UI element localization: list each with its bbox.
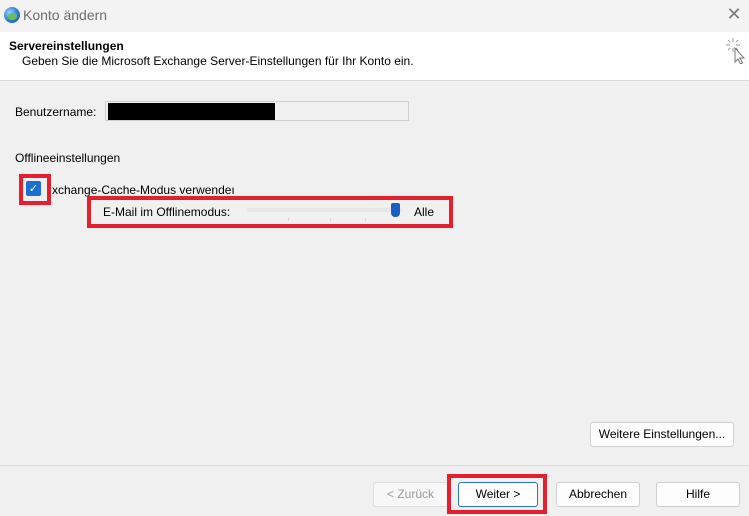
username-field[interactable] bbox=[105, 101, 409, 121]
slider-tick bbox=[288, 218, 289, 221]
page-subtitle: Geben Sie die Microsoft Exchange Server-… bbox=[22, 54, 414, 68]
window-title: Konto ändern bbox=[23, 7, 108, 23]
cached-mode-label: xchange-Cache-Modus verwendeı bbox=[52, 183, 235, 197]
wizard-header: Servereinstellungen Geben Sie die Micros… bbox=[0, 32, 749, 81]
slider-tick bbox=[365, 218, 366, 221]
mail-offline-label: E-Mail im Offlinemodus: bbox=[103, 205, 231, 219]
footer-divider bbox=[0, 465, 749, 466]
redacted-username bbox=[108, 103, 275, 120]
username-label: Benutzername: bbox=[15, 105, 97, 119]
page-title: Servereinstellungen bbox=[9, 39, 124, 53]
cancel-button[interactable]: Abbrechen bbox=[556, 482, 640, 507]
back-button[interactable]: < Zurück bbox=[373, 482, 448, 507]
more-settings-button[interactable]: Weitere Einstellungen... bbox=[590, 422, 734, 447]
outlook-globe-icon bbox=[4, 7, 20, 23]
sparkle-cursor-icon bbox=[726, 38, 746, 64]
close-icon[interactable]: ✕ bbox=[723, 3, 745, 27]
next-button[interactable]: Weiter > bbox=[458, 482, 538, 507]
offline-section-heading: Offlineeinstellungen bbox=[15, 151, 121, 165]
help-button[interactable]: Hilfe bbox=[656, 482, 740, 507]
mail-offline-slider[interactable] bbox=[247, 208, 403, 212]
checkmark-icon: ✓ bbox=[28, 182, 39, 195]
title-bar: Konto ändern ✕ bbox=[0, 0, 749, 32]
mail-offline-value: Alle bbox=[414, 205, 435, 219]
cached-mode-checkbox[interactable]: ✓ bbox=[26, 181, 41, 196]
slider-tick bbox=[330, 218, 331, 221]
slider-thumb[interactable] bbox=[391, 203, 400, 217]
